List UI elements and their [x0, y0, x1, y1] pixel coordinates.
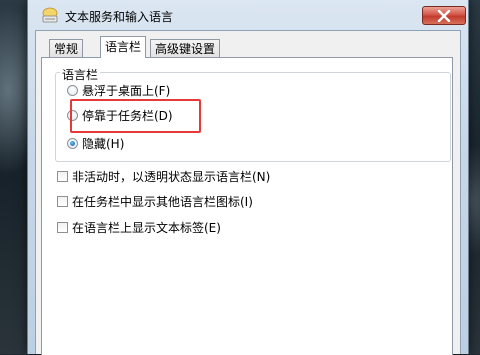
close-button[interactable] [422, 6, 466, 25]
tab-advanced-key-settings[interactable]: 高级键设置 [150, 39, 221, 57]
window-title: 文本服务和输入语言 [65, 10, 174, 24]
radio-button[interactable] [67, 85, 78, 96]
checkbox-show-text-labels[interactable]: 在语言栏上显示文本标签(E) [57, 220, 221, 236]
checkbox-label: 在语言栏上显示文本标签(E) [72, 221, 221, 235]
checkbox-show-extra-icons-in-taskbar[interactable]: 在任务栏中显示其他语言栏图标(I) [57, 194, 253, 210]
highlight-annotation-box [70, 99, 201, 133]
checkbox-label: 在任务栏中显示其他语言栏图标(I) [72, 195, 253, 209]
dialog-client-area: 常规 语言栏 高级键设置 语言栏 悬浮于桌面上(F) 停靠于任务栏(D) 隐藏(… [35, 30, 461, 355]
tab-general[interactable]: 常规 [49, 39, 84, 57]
group-legend: 语言栏 [60, 66, 101, 83]
radio-label: 隐藏(H) [82, 137, 125, 151]
radio-label: 悬浮于桌面上(F) [82, 84, 171, 98]
checkbox[interactable] [57, 222, 68, 233]
radio-float-on-desktop[interactable]: 悬浮于桌面上(F) [67, 83, 170, 99]
checkbox[interactable] [57, 171, 68, 182]
keyboard-icon [41, 7, 59, 23]
title-bar[interactable]: 文本服务和输入语言 [28, 0, 468, 30]
checkbox-transparent-when-inactive[interactable]: 非活动时，以透明状态显示语言栏(N) [57, 169, 270, 185]
checkbox[interactable] [57, 196, 68, 207]
close-icon [437, 10, 451, 22]
checkbox-label: 非活动时，以透明状态显示语言栏(N) [72, 170, 271, 184]
dialog-window: 文本服务和输入语言 常规 语言栏 高级键设置 语言栏 悬浮于桌面上(F) 停靠于… [27, 0, 469, 355]
tab-language-bar[interactable]: 语言栏 [100, 36, 147, 58]
radio-button[interactable] [67, 138, 78, 149]
radio-hidden[interactable]: 隐藏(H) [67, 136, 124, 152]
